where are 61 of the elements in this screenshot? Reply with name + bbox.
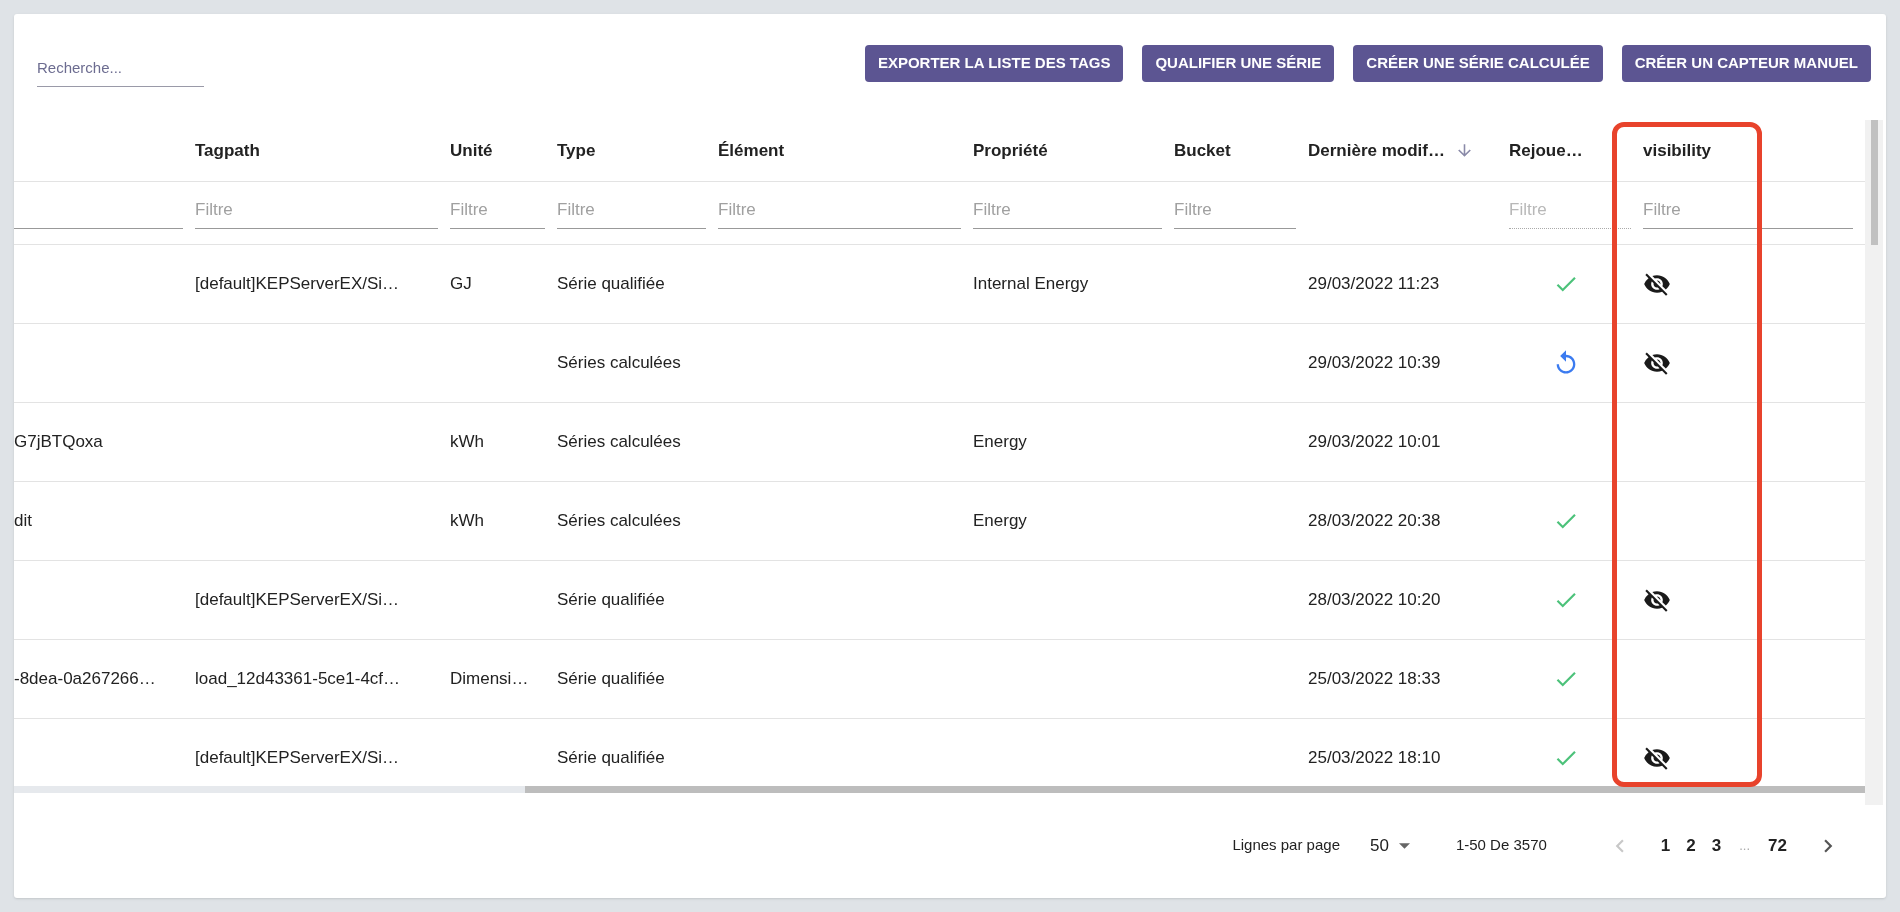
table-cell: 29/03/2022 10:01 [1308, 432, 1441, 452]
ellipsis: ... [1738, 836, 1752, 855]
filter-field[interactable]: Filtre [718, 197, 961, 229]
column-header[interactable]: Type [557, 137, 596, 164]
table-cell: dit [14, 511, 32, 531]
action-button[interactable]: CRÉER UNE SÉRIE CALCULÉE [1353, 45, 1603, 82]
action-button[interactable]: CRÉER UN CAPTEUR MANUEL [1621, 45, 1871, 82]
action-button[interactable]: EXPORTER LA LISTE DES TAGS [864, 45, 1124, 82]
table-cell: 28/03/2022 10:20 [1308, 590, 1441, 610]
filter-field[interactable]: Filtre [1174, 197, 1296, 229]
filter-field[interactable]: Filtre [1643, 197, 1853, 229]
table-cell: -8dea-0a267266… [14, 669, 156, 689]
table-cell: Séries calculées [557, 432, 681, 452]
table-cell: Série qualifiée [557, 669, 665, 689]
table-cell: [default]KEPServerEX/Si… [195, 590, 400, 610]
column-header[interactable]: Unité [450, 137, 493, 164]
table-cell: [default]KEPServerEX/Si… [195, 274, 400, 294]
table-cell: Energy [973, 432, 1027, 452]
table-cell: Série qualifiée [557, 274, 665, 294]
table-cell: G7jBTQoxa [14, 432, 103, 452]
column-header[interactable]: visibility [1643, 137, 1712, 164]
vertical-scrollbar[interactable] [1865, 120, 1883, 805]
table-cell: Séries calculées [557, 353, 681, 373]
table-cell: 25/03/2022 18:10 [1308, 748, 1441, 768]
table-cell: Internal Energy [973, 274, 1089, 294]
table-cell: [default]KEPServerEX/Si… [195, 748, 400, 768]
table-cell: Dimensi… [450, 669, 529, 689]
horizontal-scrollbar[interactable] [14, 786, 1865, 793]
search-field[interactable]: Recherche... [37, 57, 204, 87]
table-cell: 28/03/2022 20:38 [1308, 511, 1441, 531]
table-cell: 25/03/2022 18:33 [1308, 669, 1441, 689]
rows-per-page-label: Lignes par page [1232, 835, 1340, 856]
page-range: 1-50 De 3570 [1455, 835, 1547, 856]
caret-icon [1398, 842, 1410, 849]
table-cell: 29/03/2022 11:23 [1308, 274, 1440, 294]
table-cell: Série qualifiée [557, 748, 665, 768]
table-cell: load_12d43361-5ce1-4cf… [195, 669, 401, 689]
column-header[interactable]: Rejoue… [1509, 137, 1583, 164]
column-header[interactable]: Tagpath [195, 137, 260, 164]
action-button[interactable]: QUALIFIER UNE SÉRIE [1142, 45, 1335, 82]
page-button[interactable]: 3 [1703, 832, 1730, 859]
page-button[interactable]: 1 [1652, 832, 1679, 859]
filter-field[interactable]: Filtre [973, 197, 1162, 229]
filter-field[interactable]: Filtre [195, 197, 438, 229]
table-cell: kWh [450, 511, 484, 531]
page-button[interactable]: 2 [1678, 832, 1704, 859]
column-header[interactable]: Dernière modif… [1308, 137, 1445, 164]
filter-field[interactable]: Filtre [450, 197, 545, 229]
table-cell: Energy [973, 511, 1027, 531]
column-header[interactable]: Propriété [973, 137, 1048, 164]
page-button[interactable]: 72 [1760, 832, 1795, 859]
sort-descending-icon[interactable] [1455, 141, 1474, 160]
column-header[interactable]: Bucket [1174, 137, 1231, 164]
table-cell: kWh [450, 432, 484, 452]
column-header[interactable]: Élément [718, 137, 785, 164]
rows-per-page-select[interactable]: 50 [1370, 832, 1410, 859]
filter-field[interactable]: Filtre [557, 197, 706, 229]
table-cell: Séries calculées [557, 511, 681, 531]
table-cell: Série qualifiée [557, 590, 665, 610]
table-cell: 29/03/2022 10:39 [1308, 353, 1441, 373]
table-cell: GJ [450, 274, 472, 294]
